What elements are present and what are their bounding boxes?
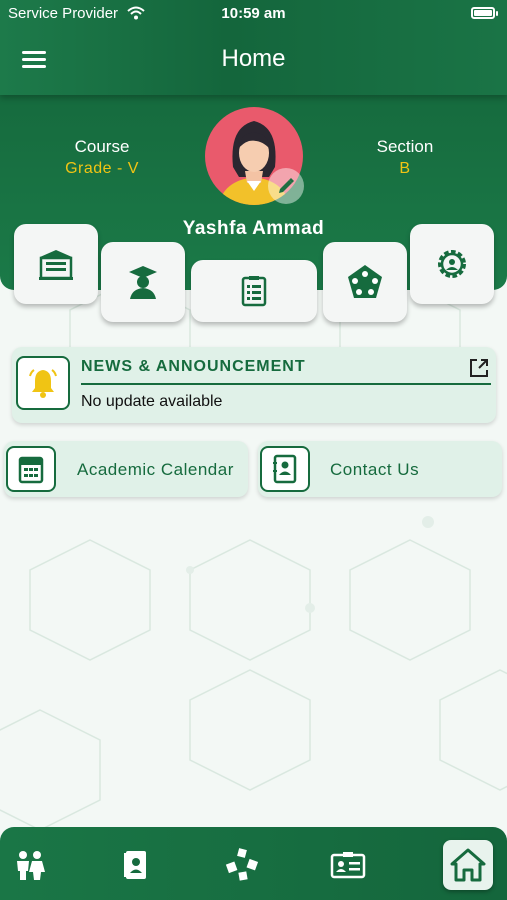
course-value: Grade - V xyxy=(65,160,139,177)
contact-us-label: Contact Us xyxy=(330,460,420,479)
bell-icon xyxy=(29,369,57,398)
battery-icon xyxy=(471,7,498,19)
settings-icon xyxy=(438,250,466,278)
nav-activities[interactable] xyxy=(224,847,260,883)
nav-book[interactable] xyxy=(117,847,153,883)
edit-profile-button[interactable] xyxy=(268,168,304,204)
activities-icon xyxy=(225,848,259,881)
news-title: NEWS & ANNOUNCEMENT xyxy=(81,358,306,375)
status-bar: Service Provider 10:59 am xyxy=(0,0,507,28)
external-link-icon[interactable] xyxy=(468,357,490,379)
academic-calendar-label: Academic Calendar xyxy=(77,460,234,479)
nav-id-card[interactable] xyxy=(330,847,366,883)
report-tile[interactable] xyxy=(191,260,317,322)
calendar-icon xyxy=(18,456,44,484)
book-icon xyxy=(124,851,146,879)
team-tile[interactable] xyxy=(323,242,407,322)
team-icon xyxy=(348,265,382,298)
news-divider xyxy=(81,383,491,385)
course-label: Course xyxy=(74,137,130,156)
pencil-icon xyxy=(279,178,294,193)
report-card-icon xyxy=(241,276,267,307)
news-icon-box xyxy=(16,356,70,410)
graduate-icon xyxy=(129,266,157,299)
page-title: Home xyxy=(221,45,286,72)
nav-children[interactable] xyxy=(12,847,48,883)
academic-calendar-icon-box xyxy=(6,446,56,492)
settings-tile[interactable] xyxy=(410,224,494,304)
news-text: No update available xyxy=(81,393,223,410)
children-icon xyxy=(17,851,45,880)
nav-home[interactable] xyxy=(443,840,493,890)
home-icon xyxy=(450,848,486,882)
school-building-icon xyxy=(39,250,73,280)
section-value: B xyxy=(399,160,411,177)
contact-us-icon-box xyxy=(260,446,310,492)
contact-book-icon xyxy=(273,454,297,484)
clock: 10:59 am xyxy=(221,5,286,22)
id-card-icon xyxy=(330,852,366,879)
section-label: Section xyxy=(376,137,434,156)
school-tile[interactable] xyxy=(14,224,98,304)
graduation-tile[interactable] xyxy=(101,242,185,322)
